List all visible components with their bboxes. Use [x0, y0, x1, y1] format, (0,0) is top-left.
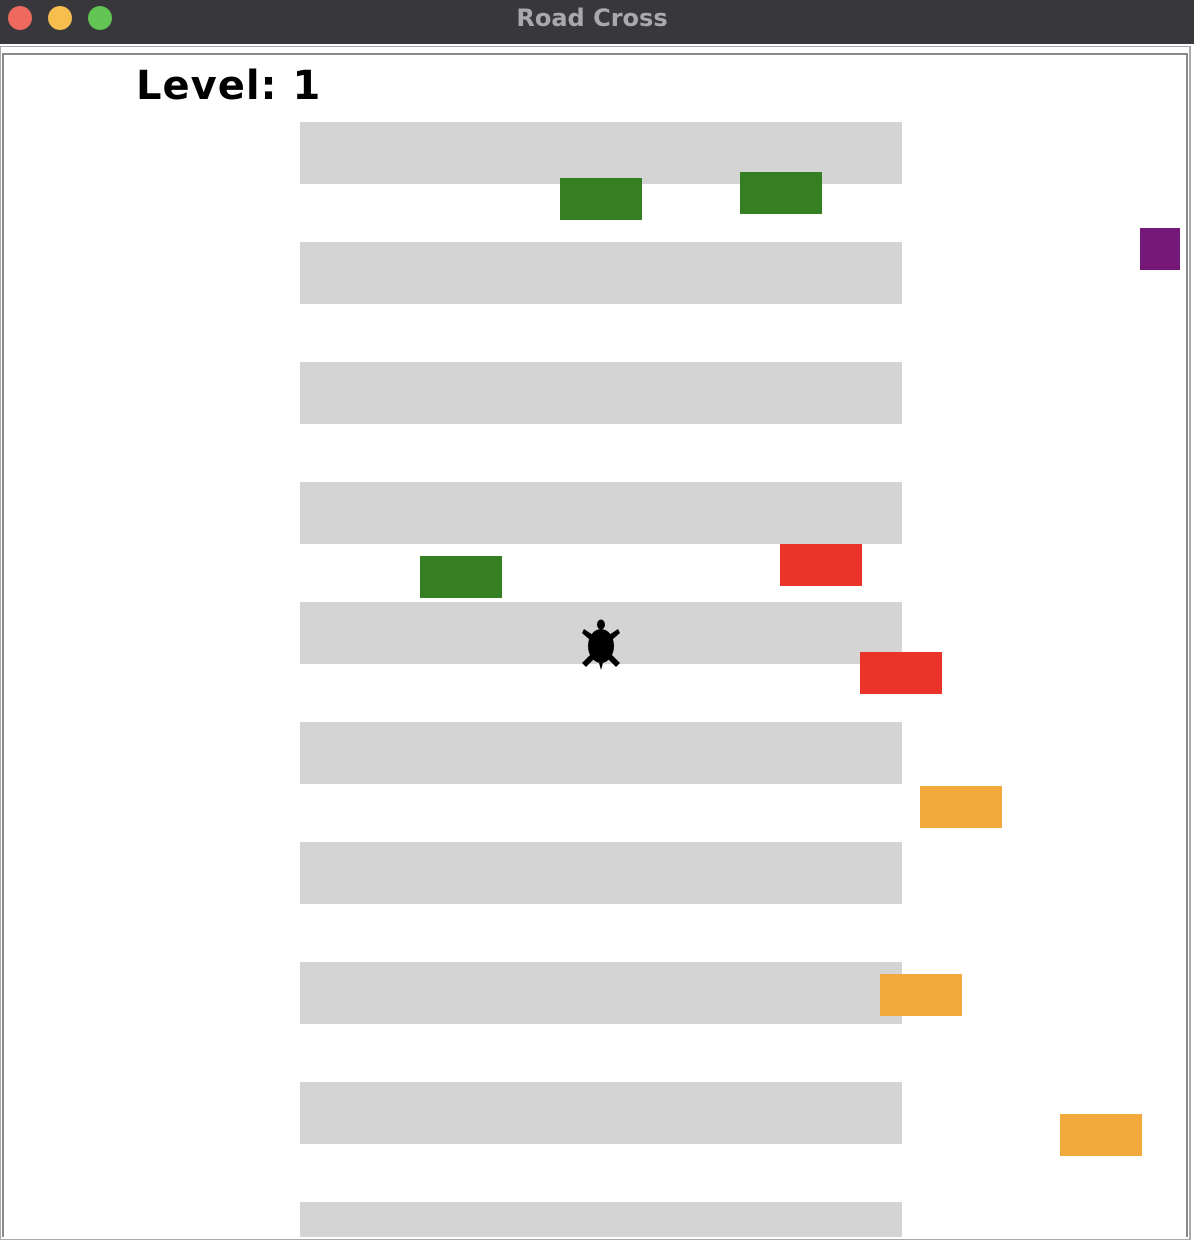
road-stripe: [300, 482, 902, 544]
game-window: Road Cross Level: 1: [0, 0, 1194, 1240]
road-stripe: [300, 362, 902, 424]
title-bar: Road Cross: [0, 0, 1194, 44]
car-green: [560, 178, 642, 220]
car-orange: [1060, 1114, 1142, 1156]
turtle-icon: [582, 619, 620, 670]
window-title: Road Cross: [516, 4, 668, 32]
car-purple: [1140, 228, 1180, 270]
road-stripe: [300, 1082, 902, 1144]
road-stripe: [300, 842, 902, 904]
scene: Level: 1: [4, 55, 1186, 1237]
car-orange: [880, 974, 962, 1016]
car-green: [420, 556, 502, 598]
road-stripe: [300, 1202, 902, 1237]
road-stripe: [300, 722, 902, 784]
car-red: [780, 544, 862, 586]
car-green: [740, 172, 822, 214]
road-stripe: [300, 242, 902, 304]
car-orange: [920, 786, 1002, 828]
game-canvas[interactable]: Level: 1: [2, 53, 1188, 1237]
level-label: Level: 1: [136, 63, 322, 109]
car-red: [860, 652, 942, 694]
road-stripe: [300, 962, 902, 1024]
